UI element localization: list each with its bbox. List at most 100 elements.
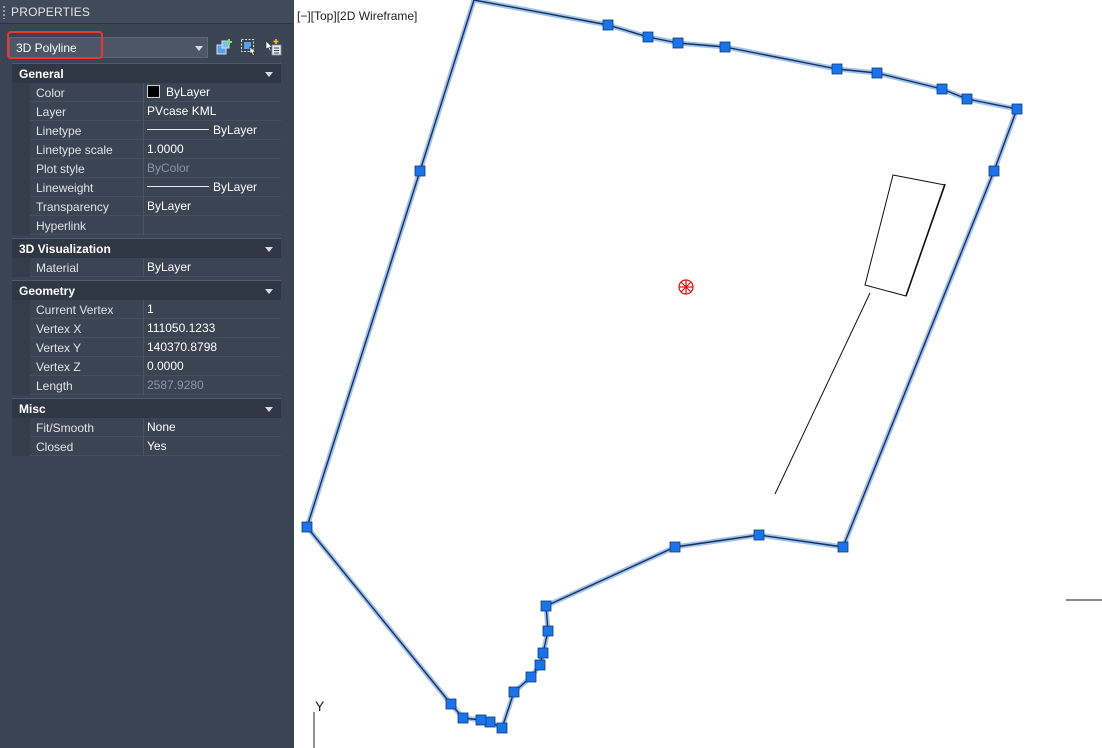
vertex-grip[interactable] [508,686,520,698]
prop-value: 140370.8798 [147,340,218,354]
selected-polyline[interactable] [306,0,1018,729]
prop-row-layer[interactable]: Layer PVcase KML [12,102,281,121]
color-swatch [147,85,160,98]
panel-title: PROPERTIES [11,5,91,19]
vertex-grip[interactable] [753,529,765,541]
centroid-marker-icon [678,279,694,295]
prop-name: Vertex Z [36,360,81,374]
linetype-sample [147,129,209,130]
vertex-grip[interactable] [534,659,546,671]
section-header-geometry[interactable]: Geometry [12,280,281,300]
object-type-label: 3D Polyline [16,41,77,55]
section-title: Geometry [19,284,76,298]
prop-name: Lineweight [36,181,94,195]
section-geometry: Geometry Current Vertex 1 Vertex X 11105… [12,280,281,395]
vertex-grip[interactable] [414,165,426,177]
prop-name: Hyperlink [36,219,87,233]
select-objects-icon[interactable] [240,38,258,56]
prop-row-material[interactable]: Material ByLayer [12,258,281,277]
prop-name: Linetype [36,124,82,138]
vertex-grip[interactable] [475,714,487,726]
vertex-grip[interactable] [961,93,973,105]
prop-row-vertex-x[interactable]: Vertex X 111050.1233 [12,319,281,338]
prop-name: Vertex X [36,322,82,336]
prop-row-fit-smooth[interactable]: Fit/Smooth None [12,418,281,437]
prop-value: ByLayer [147,260,192,274]
prop-row-vertex-y[interactable]: Vertex Y 140370.8798 [12,338,281,357]
vertex-grip[interactable] [496,722,508,734]
prop-name: Current Vertex [36,303,114,317]
vertex-grip[interactable] [831,63,843,75]
drag-grip-icon[interactable] [2,5,6,19]
prop-row-lineweight[interactable]: Lineweight ByLayer [12,178,281,197]
prop-name: Fit/Smooth [36,421,95,435]
prop-row-vertex-z[interactable]: Vertex Z 0.0000 [12,357,281,376]
vertex-grip[interactable] [537,647,549,659]
object-type-dropdown[interactable]: 3D Polyline [9,37,208,58]
prop-value: 111050.1233 [147,321,216,335]
prop-name: Color [36,86,65,100]
collapse-caret-icon[interactable] [265,247,273,252]
vertex-grip[interactable] [484,716,496,728]
section-general: General Color ByLayer Layer PVcase KML L… [12,63,281,235]
vertex-grip[interactable] [669,541,681,553]
prop-name: Transparency [36,200,109,214]
prop-row-current-vertex[interactable]: Current Vertex 1 [12,300,281,319]
vertex-grip[interactable] [988,165,1000,177]
vertex-grip[interactable] [719,41,731,53]
panel-header: PROPERTIES [0,0,293,24]
drawing-viewport[interactable]: [−][Top][2D Wireframe] Y [294,0,1102,748]
section-title: Misc [19,402,46,416]
prop-row-plot-style[interactable]: Plot style ByColor [12,159,281,178]
prop-row-closed[interactable]: Closed Yes [12,437,281,456]
prop-value: 1 [147,302,154,316]
prop-row-transparency[interactable]: Transparency ByLayer [12,197,281,216]
rectangle-outline[interactable] [864,174,946,297]
section-header-general[interactable]: General [12,63,281,83]
prop-name: Material [36,261,79,275]
vertex-grip[interactable] [672,37,684,49]
prop-name: Closed [36,440,74,454]
prop-value: 2587.9280 [147,378,204,392]
vertex-grip[interactable] [642,31,654,43]
prop-row-linetype-scale[interactable]: Linetype scale 1.0000 [12,140,281,159]
prop-row-hyperlink[interactable]: Hyperlink [12,216,281,235]
collapse-caret-icon[interactable] [265,407,273,412]
vertex-grip[interactable] [540,600,552,612]
vertex-grip[interactable] [1011,103,1023,115]
prop-value: ByLayer [213,123,258,137]
vertex-grip[interactable] [542,625,554,637]
diagonal-line[interactable] [774,292,871,495]
vertex-grip[interactable] [525,671,537,683]
section-title: 3D Visualization [19,242,111,256]
vertex-grip[interactable] [837,541,849,553]
edge-line[interactable] [905,183,946,297]
prop-value: None [147,420,176,434]
vertex-grip[interactable] [936,83,948,95]
drawing-canvas[interactable] [294,0,1102,748]
quick-select-icon[interactable] [216,38,234,56]
vertex-grip[interactable] [602,19,614,31]
vertex-grip[interactable] [445,698,457,710]
prop-name: Layer [36,105,67,119]
vertex-grip[interactable] [457,712,469,724]
prop-value: 1.0000 [147,142,184,156]
prop-value: Yes [147,439,167,453]
prop-value: PVcase KML [147,104,217,118]
collapse-caret-icon[interactable] [265,289,273,294]
prop-row-color[interactable]: Color ByLayer [12,83,281,102]
collapse-caret-icon[interactable] [265,72,273,77]
selected-polyline-glow [304,0,1020,731]
properties-panel: PROPERTIES 3D Polyline General Color ByL… [0,0,293,748]
section-3d-visualization: 3D Visualization Material ByLayer [12,238,281,277]
toggle-pickadd-icon[interactable] [264,38,282,56]
vertex-grip[interactable] [301,521,313,533]
section-header-3d-visualization[interactable]: 3D Visualization [12,238,281,258]
prop-row-linetype[interactable]: Linetype ByLayer [12,121,281,140]
vertex-grip[interactable] [871,67,883,79]
section-header-misc[interactable]: Misc [12,398,281,418]
prop-value: ByLayer [147,199,192,213]
prop-name: Plot style [36,162,85,176]
viewport-controls-label[interactable]: [−][Top][2D Wireframe] [297,9,417,23]
prop-row-length[interactable]: Length 2587.9280 [12,376,281,395]
